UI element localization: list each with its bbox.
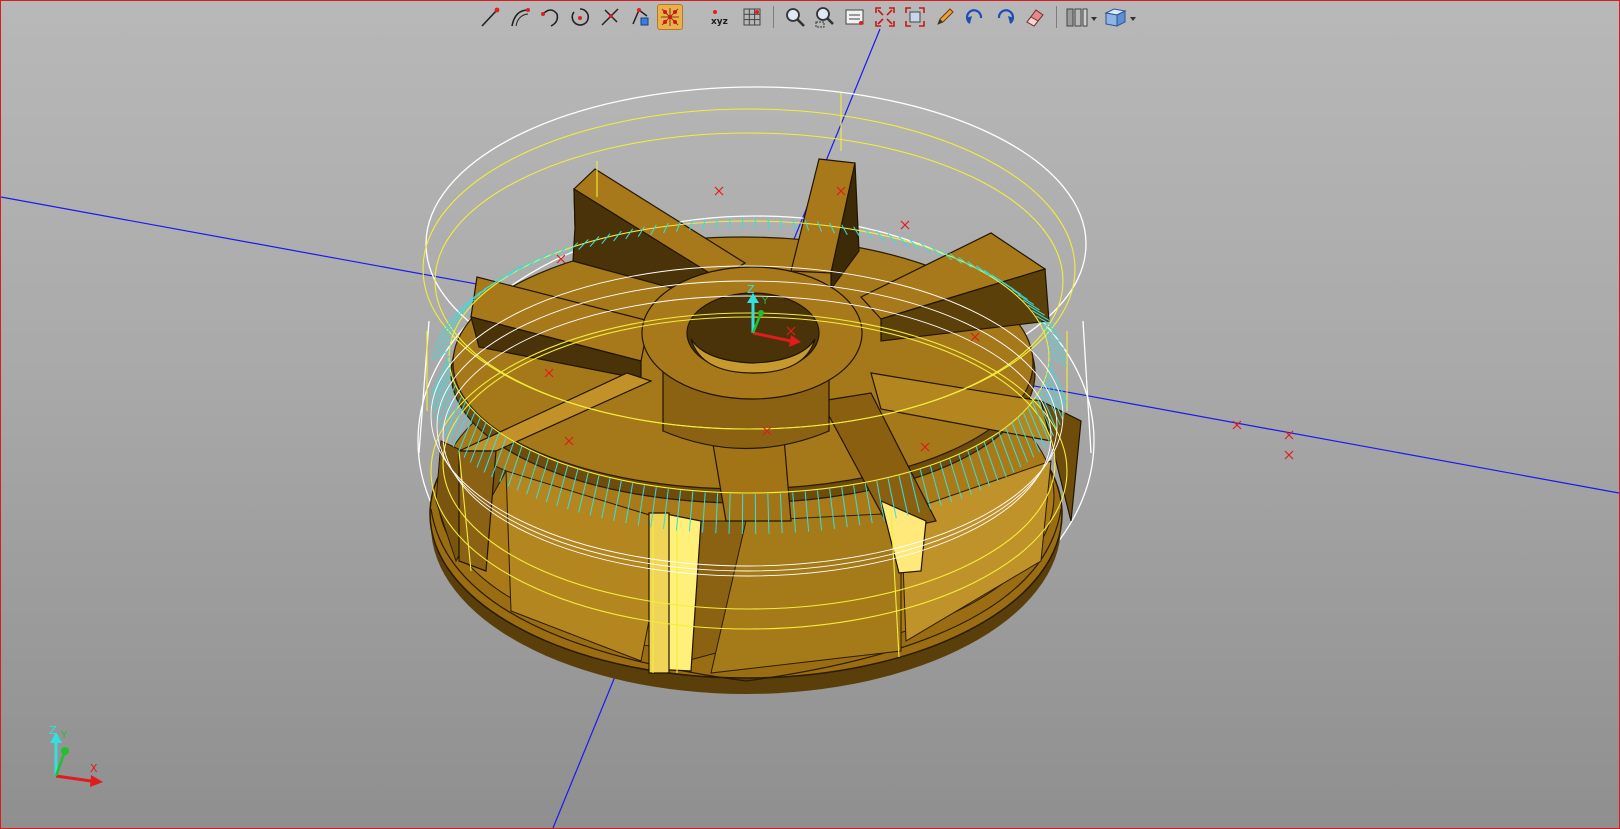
triad-y-label: Y	[60, 730, 68, 741]
toolpath-hatch-line	[930, 245, 942, 257]
origin-y-label: Y	[761, 296, 769, 307]
point-marker[interactable]	[714, 186, 724, 196]
toolpath-hatch-line	[779, 218, 783, 229]
toolpath-hatch-line	[499, 269, 515, 281]
toolpath-hatch-line	[1048, 349, 1067, 361]
point-marker[interactable]	[1232, 420, 1242, 430]
toolpath-hatch-line	[715, 218, 719, 229]
toolpath-hatch-line	[1048, 355, 1068, 367]
toolpath-hatch-line	[1048, 361, 1068, 403]
point-marker[interactable]	[1284, 450, 1294, 460]
triad-x-label: X	[90, 762, 98, 775]
toolpath-hatch-line	[864, 228, 873, 240]
toolpath-hatch-line	[433, 373, 452, 414]
toolpath-hatch-line	[702, 219, 706, 230]
triad-z-label: Z	[49, 724, 57, 737]
3d-viewport[interactable]: xyz Z Y Z Y X	[0, 0, 1620, 829]
point-marker[interactable]	[900, 220, 910, 230]
toolpath-hatch-line	[431, 349, 450, 361]
toolpath-hatch-line	[508, 265, 523, 277]
toolpath-hatch-line	[545, 249, 559, 261]
toolpath-hatch-line	[728, 218, 731, 229]
view-orientation-triad: Z Y X	[49, 724, 103, 787]
cad-scene[interactable]: Z Y Z Y X	[1, 1, 1619, 828]
triad-x-arrow	[55, 774, 92, 783]
toolpath-hatch-line	[1046, 338, 1065, 350]
toolpath-hatch-line	[792, 219, 796, 230]
origin-z-label: Z	[747, 283, 755, 296]
toolpath-hatch-line	[767, 218, 770, 229]
